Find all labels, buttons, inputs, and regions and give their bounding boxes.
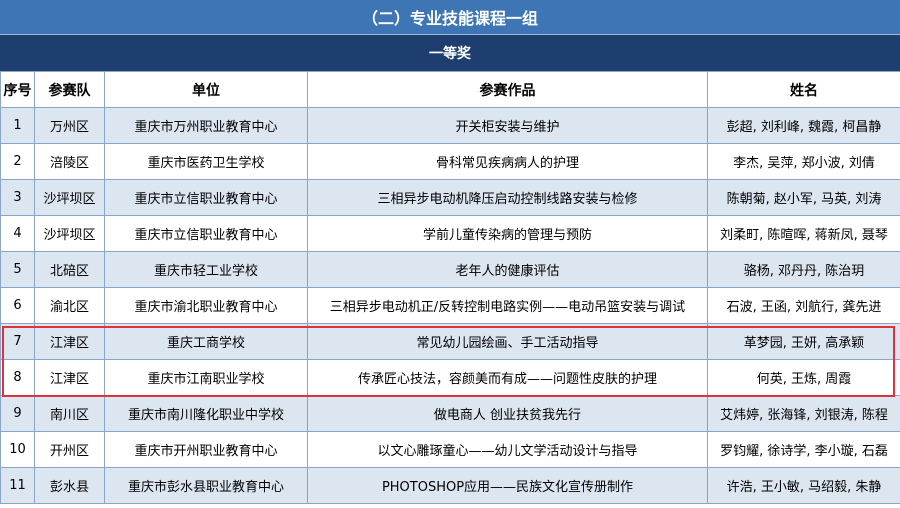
cell-work: 骨科常见疾病病人的护理 <box>307 143 708 180</box>
cell-unit: 重庆市轻工业学校 <box>104 251 308 288</box>
table-row: 6 渝北区 重庆市渝北职业教育中心 三相异步电动机正/反转控制电路实例——电动吊… <box>0 287 900 324</box>
cell-work: 传承匠心技法，容颜美而有成——问题性皮肤的护理 <box>307 359 708 396</box>
cell-no: 10 <box>0 431 35 468</box>
cell-work: 老年人的健康评估 <box>307 251 708 288</box>
cell-work: 以文心雕琢童心——幼儿文学活动设计与指导 <box>307 431 708 468</box>
cell-names: 艾炜婷, 张海锋, 刘银涛, 陈程 <box>707 395 900 432</box>
cell-no: 6 <box>0 287 35 324</box>
cell-work: 学前儿童传染病的管理与预防 <box>307 215 708 252</box>
cell-names: 石波, 王函, 刘航行, 龚先进 <box>707 287 900 324</box>
cell-no: 8 <box>0 359 35 396</box>
table-body: 1 万州区 重庆市万州职业教育中心 开关柜安装与维护 彭超, 刘利峰, 魏霞, … <box>0 107 900 504</box>
cell-team: 江津区 <box>34 359 105 396</box>
cell-team: 北碚区 <box>34 251 105 288</box>
cell-team: 渝北区 <box>34 287 105 324</box>
award-table-page: （二）专业技能课程一组 一等奖 序号 参赛队 单位 参赛作品 姓名 1 万州区 … <box>0 0 900 508</box>
cell-no: 5 <box>0 251 35 288</box>
cell-unit: 重庆市开州职业教育中心 <box>104 431 308 468</box>
table-row: 9 南川区 重庆市南川隆化职业中学校 做电商人 创业扶贫我先行 艾炜婷, 张海锋… <box>0 395 900 432</box>
cell-work: 做电商人 创业扶贫我先行 <box>307 395 708 432</box>
table-row: 8 江津区 重庆市江南职业学校 传承匠心技法，容颜美而有成——问题性皮肤的护理 … <box>0 359 900 396</box>
cell-unit: 重庆市万州职业教育中心 <box>104 107 308 144</box>
cell-work: 三相异步电动机降压启动控制线路安装与检修 <box>307 179 708 216</box>
cell-unit: 重庆市立信职业教育中心 <box>104 215 308 252</box>
section-title: （二）专业技能课程一组 <box>0 0 900 34</box>
col-header-no: 序号 <box>0 71 35 108</box>
table-row: 1 万州区 重庆市万州职业教育中心 开关柜安装与维护 彭超, 刘利峰, 魏霞, … <box>0 107 900 144</box>
cell-no: 2 <box>0 143 35 180</box>
cell-names: 彭超, 刘利峰, 魏霞, 柯昌静 <box>707 107 900 144</box>
cell-unit: 重庆市南川隆化职业中学校 <box>104 395 308 432</box>
cell-no: 1 <box>0 107 35 144</box>
col-header-work: 参赛作品 <box>307 71 708 108</box>
cell-team: 江津区 <box>34 323 105 360</box>
cell-team: 南川区 <box>34 395 105 432</box>
cell-no: 7 <box>0 323 35 360</box>
award-level: 一等奖 <box>0 34 900 71</box>
cell-names: 骆杨, 邓丹丹, 陈治玥 <box>707 251 900 288</box>
cell-team: 万州区 <box>34 107 105 144</box>
cell-no: 11 <box>0 467 35 504</box>
cell-team: 沙坪坝区 <box>34 179 105 216</box>
table-row: 3 沙坪坝区 重庆市立信职业教育中心 三相异步电动机降压启动控制线路安装与检修 … <box>0 179 900 216</box>
cell-no: 9 <box>0 395 35 432</box>
col-header-team: 参赛队 <box>34 71 105 108</box>
cell-names: 许浩, 王小敏, 马绍毅, 朱静 <box>707 467 900 504</box>
award-table: 序号 参赛队 单位 参赛作品 姓名 1 万州区 重庆市万州职业教育中心 开关柜安… <box>0 71 900 504</box>
col-header-names: 姓名 <box>707 71 900 108</box>
cell-names: 陈朝菊, 赵小军, 马英, 刘涛 <box>707 179 900 216</box>
table-row: 7 江津区 重庆工商学校 常见幼儿园绘画、手工活动指导 革梦园, 王妍, 高承颖 <box>0 323 900 360</box>
cell-unit: 重庆市医药卫生学校 <box>104 143 308 180</box>
cell-team: 开州区 <box>34 431 105 468</box>
cell-names: 李杰, 吴萍, 郑小波, 刘倩 <box>707 143 900 180</box>
cell-work: PHOTOSHOP应用——民族文化宣传册制作 <box>307 467 708 504</box>
cell-work: 三相异步电动机正/反转控制电路实例——电动吊篮安装与调试 <box>307 287 708 324</box>
cell-team: 彭水县 <box>34 467 105 504</box>
cell-names: 罗钧耀, 徐诗学, 李小璇, 石磊 <box>707 431 900 468</box>
table-row: 10 开州区 重庆市开州职业教育中心 以文心雕琢童心——幼儿文学活动设计与指导 … <box>0 431 900 468</box>
cell-names: 刘柔町, 陈暄晖, 蒋新凤, 聂琴 <box>707 215 900 252</box>
cell-unit: 重庆工商学校 <box>104 323 308 360</box>
table-row: 11 彭水县 重庆市彭水县职业教育中心 PHOTOSHOP应用——民族文化宣传册… <box>0 467 900 504</box>
table-header-row: 序号 参赛队 单位 参赛作品 姓名 <box>0 71 900 108</box>
cell-team: 涪陵区 <box>34 143 105 180</box>
table-row: 2 涪陵区 重庆市医药卫生学校 骨科常见疾病病人的护理 李杰, 吴萍, 郑小波,… <box>0 143 900 180</box>
cell-team: 沙坪坝区 <box>34 215 105 252</box>
cell-no: 4 <box>0 215 35 252</box>
col-header-unit: 单位 <box>104 71 308 108</box>
cell-unit: 重庆市彭水县职业教育中心 <box>104 467 308 504</box>
cell-names: 革梦园, 王妍, 高承颖 <box>707 323 900 360</box>
cell-names: 何英, 王炼, 周霞 <box>707 359 900 396</box>
cell-work: 常见幼儿园绘画、手工活动指导 <box>307 323 708 360</box>
cell-unit: 重庆市渝北职业教育中心 <box>104 287 308 324</box>
cell-no: 3 <box>0 179 35 216</box>
cell-unit: 重庆市立信职业教育中心 <box>104 179 308 216</box>
table-row: 4 沙坪坝区 重庆市立信职业教育中心 学前儿童传染病的管理与预防 刘柔町, 陈暄… <box>0 215 900 252</box>
cell-unit: 重庆市江南职业学校 <box>104 359 308 396</box>
cell-work: 开关柜安装与维护 <box>307 107 708 144</box>
table-row: 5 北碚区 重庆市轻工业学校 老年人的健康评估 骆杨, 邓丹丹, 陈治玥 <box>0 251 900 288</box>
